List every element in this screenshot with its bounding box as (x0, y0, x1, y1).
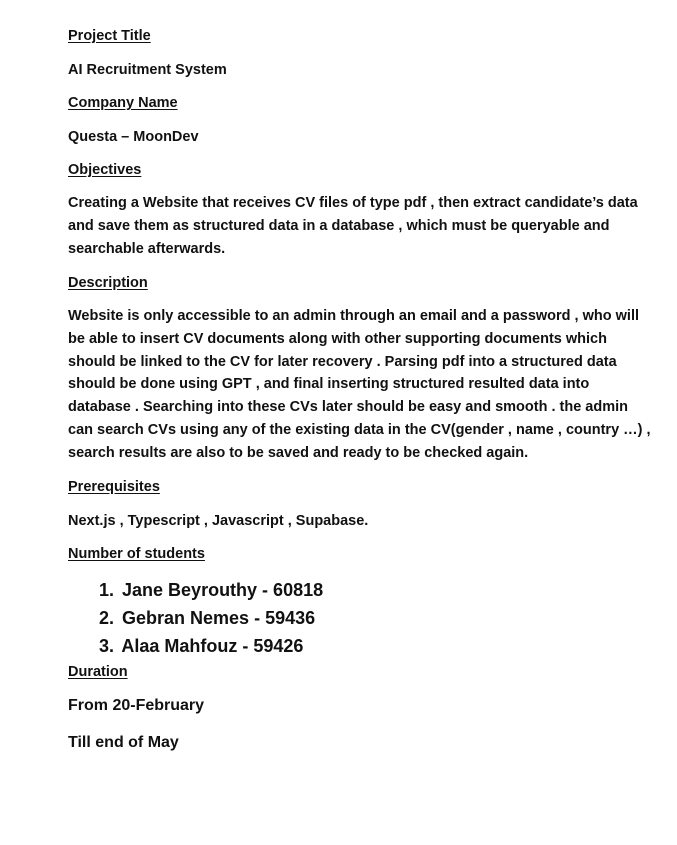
description-line: Website is only accessible to an admin t… (68, 308, 640, 324)
duration-till: Till end of May (68, 734, 179, 751)
list-item: 3. Alaa Mahfouz - 59426 (68, 632, 323, 660)
description-line: should be linked to the CV for later rec… (68, 353, 617, 370)
description-line: can search CVs using any of the existing… (68, 421, 651, 438)
prerequisites-heading: Prerequisites (68, 479, 160, 495)
objectives-line: Creating a Website that receives CV file… (68, 195, 638, 211)
description-line: be able to insert CV documents along wit… (68, 330, 607, 347)
list-number: 2. (98, 608, 114, 628)
description-line: should be done using GPT , and final ins… (68, 376, 590, 393)
objectives-paragraph: Creating a Website that receives CV file… (68, 192, 668, 260)
prerequisites-value: Next.js , Typescript , Javascript , Supa… (68, 513, 369, 529)
description-line: database . Searching into these CVs late… (68, 399, 628, 416)
duration-heading: Duration (68, 664, 128, 680)
list-item: 2. Gebran Nemes - 59436 (68, 604, 323, 632)
description-heading: Description (68, 275, 148, 291)
project-title-value: AI Recruitment System (68, 62, 227, 78)
company-name-value: Questa – MoonDev (68, 129, 199, 145)
list-item: 1. Jane Beyrouthy - 60818 (68, 576, 323, 604)
list-number: 1. (98, 580, 114, 600)
company-name-heading: Company Name (68, 95, 178, 111)
description-line: search results are also to be saved and … (68, 444, 529, 461)
objectives-line: and save them as structured data in a da… (68, 217, 610, 234)
project-title-heading: Project Title (68, 28, 151, 44)
document-page: Project Title AI Recruitment System Comp… (0, 0, 677, 845)
students-list: 1. Jane Beyrouthy - 60818 2. Gebran Neme… (68, 576, 323, 660)
student-entry: Gebran Nemes - 59436 (122, 608, 316, 628)
objectives-line: searchable afterwards. (68, 240, 226, 257)
student-entry: Jane Beyrouthy - 60818 (122, 580, 324, 600)
list-number: 3. (98, 636, 114, 656)
objectives-heading: Objectives (68, 162, 142, 178)
student-entry: Alaa Mahfouz - 59426 (121, 636, 304, 656)
students-heading: Number of students (68, 546, 205, 562)
duration-from: From 20-February (68, 697, 205, 714)
description-paragraph: Website is only accessible to an admin t… (68, 305, 668, 465)
